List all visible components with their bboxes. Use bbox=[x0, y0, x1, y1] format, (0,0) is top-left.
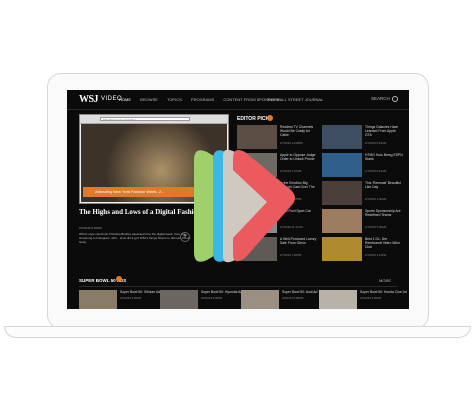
pick-thumbnail bbox=[322, 181, 362, 205]
superbowl-title: Super Bowl 50: Audi Ad bbox=[282, 290, 318, 294]
superbowl-more-link[interactable]: MORE bbox=[379, 278, 391, 283]
superbowl-item[interactable]: Super Bowl 50: Xfinium Ad 2/6/2016 5:00P… bbox=[79, 290, 161, 309]
superbowl-date: 2/6/2016 5:00PM bbox=[120, 296, 142, 300]
pick-thumbnail bbox=[322, 125, 362, 149]
pick-title: Best 1 DL: Der Rembrandt Video Wins Club bbox=[365, 237, 400, 249]
pick-item[interactable]: Best 1 DL: Der Rembrandt Video Wins Club… bbox=[322, 237, 404, 263]
superbowl-item[interactable]: Super Bowl 50: Hyundai Ad 2/6/2016 5:00P… bbox=[160, 290, 242, 309]
superbowl-thumbnail bbox=[160, 290, 198, 309]
editor-picks-badge bbox=[267, 115, 273, 121]
pick-item[interactable]: This 'Renewal' Beautiful Like Day 2/7/20… bbox=[322, 181, 404, 207]
nav-programs[interactable]: PROGRAMS bbox=[191, 97, 214, 102]
pick-title: Reddest TV Channels Would Be Costly for … bbox=[280, 125, 314, 137]
hero-date: 2/7/2016 5:20PM bbox=[79, 226, 102, 230]
nav-home[interactable]: HOME bbox=[119, 97, 131, 102]
pick-thumbnail bbox=[322, 209, 362, 233]
top-nav: WSJ VIDEO HOME BROWSE TOPICS PROGRAMS CO… bbox=[67, 90, 409, 110]
browser-url: http://www.wsj.com/video bbox=[100, 117, 190, 121]
pick-date: 2/7/2016 9:19AM bbox=[365, 169, 387, 173]
hero-banner: Attending New York Fashion Week, 2... bbox=[83, 187, 203, 197]
pick-thumbnail bbox=[322, 153, 362, 177]
pick-date: 2/7/2016 1:00AM bbox=[365, 197, 387, 201]
superbowl-title: Super Bowl 50: Honda Clue Ad bbox=[360, 290, 407, 294]
laptop-base bbox=[4, 326, 471, 338]
search-label: SEARCH bbox=[371, 96, 390, 102]
superbowl-item[interactable]: Super Bowl 50: Audi Ad 2/6/2016 5:00PM bbox=[241, 290, 319, 309]
search-button[interactable]: SEARCH bbox=[371, 96, 398, 102]
browser-toolbar: http://www.wsj.com/video bbox=[80, 115, 228, 124]
pick-title: Sports Sponsorship Are Redefined Teams bbox=[365, 209, 401, 217]
superbowl-thumbnail bbox=[79, 290, 117, 309]
nav-links: HOME BROWSE TOPICS PROGRAMS CONTENT FROM… bbox=[119, 97, 287, 102]
superbowl-date: 2/6/2016 5:00PM bbox=[360, 296, 382, 300]
play-icon[interactable] bbox=[189, 146, 299, 266]
pick-title: HTMG Hulu Bmsg ESPN Starts bbox=[365, 153, 403, 161]
search-icon bbox=[391, 96, 398, 102]
pick-title: This 'Renewal' Beautiful Like Day bbox=[365, 181, 401, 189]
nav-browse[interactable]: BROWSE bbox=[140, 97, 158, 102]
divider bbox=[79, 286, 397, 287]
superbowl-thumbnail bbox=[319, 290, 357, 309]
pick-date: 2/7/2016 5:18AM bbox=[365, 141, 387, 145]
pick-thumbnail bbox=[322, 237, 362, 261]
pick-item[interactable]: HTMG Hulu Bmsg ESPN Starts 2/7/2016 9:19… bbox=[322, 153, 404, 179]
superbowl-title: Super Bowl 50: Xfinium Ad bbox=[120, 290, 161, 294]
nav-topics[interactable]: TOPICS bbox=[167, 97, 182, 102]
superbowl-title: Super Bowl 50: Hyundai Ad bbox=[201, 290, 243, 294]
pick-title: Things Galaxies Have Learned From Apple … bbox=[365, 125, 399, 137]
pick-item[interactable]: Things Galaxies Have Learned From Apple … bbox=[322, 125, 404, 151]
superbowl-thumbnail bbox=[241, 290, 279, 309]
wsj-logo[interactable]: WSJ bbox=[79, 94, 99, 105]
pick-date: 2/7/2016 1:11PM bbox=[365, 253, 387, 257]
superbowl-item[interactable]: Super Bowl 50: Honda Clue Ad 2/6/2016 5:… bbox=[319, 290, 407, 309]
pick-item[interactable]: Sports Sponsorship Are Redefined Teams 2… bbox=[322, 209, 404, 235]
superbowl-date: 2/6/2016 5:00PM bbox=[282, 296, 304, 300]
pick-date: 2/7/2016 12:08PM bbox=[280, 141, 303, 145]
superbowl-badge bbox=[116, 276, 122, 282]
pick-date: 2/7/2016 5:05AM bbox=[365, 225, 387, 229]
superbowl-date: 2/6/2016 5:00PM bbox=[201, 296, 223, 300]
wsj-site-link[interactable]: THE WALL STREET JOURNAL bbox=[267, 97, 323, 102]
